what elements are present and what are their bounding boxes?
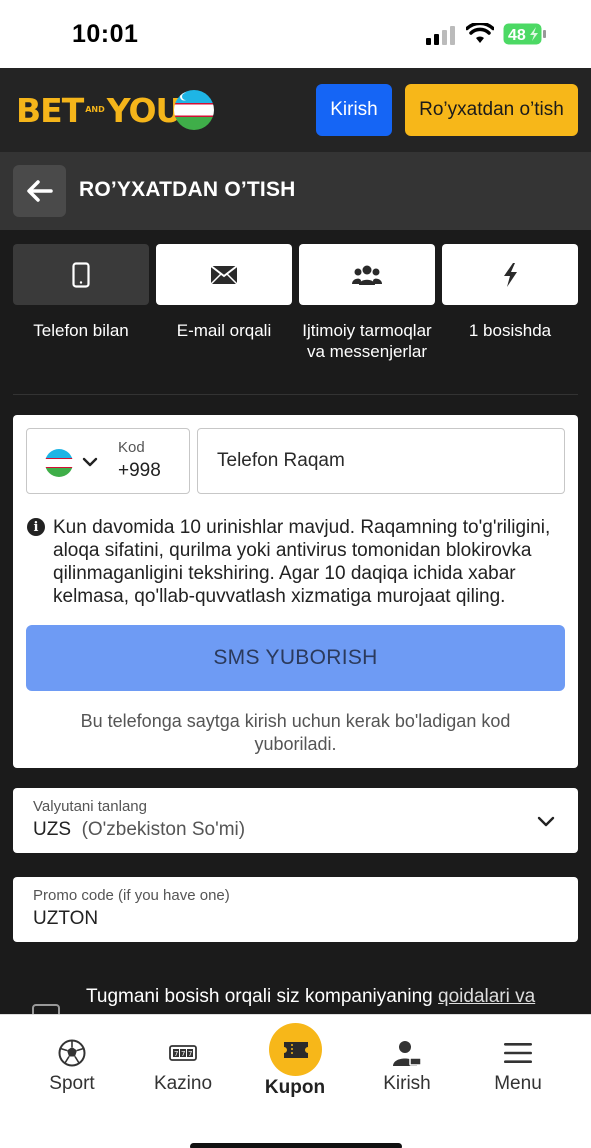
nav-kazino[interactable]: 7 7 7 Kazino [133, 1037, 233, 1095]
currency-value: UZS (O'zbekiston So'mi) [33, 819, 245, 841]
tab-social-label: Ijtimoiy tarmoqlar va messenjerlar [302, 321, 432, 361]
uzbekistan-flag-icon[interactable] [174, 90, 214, 130]
signal-icon [426, 25, 458, 45]
tab-one-click[interactable] [442, 244, 578, 305]
tab-email-label: E-mail orqali [176, 321, 272, 340]
sms-note: Bu telefonga saytga kirish uchun kerak b… [80, 711, 511, 754]
promo-code-value[interactable]: UZTON [33, 908, 98, 930]
page-title-bar: RO’YXATDAN O’TISH [0, 152, 591, 230]
wifi-icon [466, 23, 494, 43]
nav-kupon-button[interactable] [269, 1023, 322, 1076]
battery-level: 48 [508, 27, 526, 44]
sms-attempts-info: Kun davomida 10 urinishlar mavjud. Raqam… [53, 517, 551, 607]
bottom-nav: Sport 7 7 7 Kazino Kupon Kirish Menu [0, 1014, 591, 1148]
promo-code-label: Promo code (if you have one) [33, 887, 230, 904]
tab-one-click-label: 1 bosishda [468, 321, 552, 340]
phone-number-input[interactable] [197, 428, 565, 494]
svg-text:7: 7 [174, 1050, 178, 1058]
terms-text: Tugmani bosish orqali siz kompaniyaning … [86, 985, 566, 1009]
nav-kazino-label: Kazino [153, 1073, 213, 1094]
status-bar: 10:01 48 [0, 0, 591, 68]
arrow-left-icon [26, 180, 53, 202]
terms-text-before: Tugmani bosish orqali siz kompaniyaning [86, 986, 439, 1007]
country-code-select[interactable]: Kod +998 [26, 428, 190, 494]
chevron-down-icon [537, 816, 555, 827]
home-indicator [190, 1143, 402, 1148]
divider [13, 394, 578, 395]
envelope-icon [210, 264, 238, 285]
nav-sport-label: Sport [49, 1073, 95, 1094]
nav-menu-label: Menu [494, 1073, 542, 1094]
logo-and: AND [85, 105, 105, 114]
phone-icon [72, 261, 90, 288]
tab-email[interactable] [156, 244, 292, 305]
chevron-down-icon [82, 457, 98, 467]
back-button[interactable] [13, 165, 66, 217]
send-sms-button[interactable]: SMS YUBORISH [26, 625, 565, 691]
users-icon [352, 265, 382, 285]
battery-icon: 48 [503, 23, 546, 45]
tab-phone[interactable] [13, 244, 149, 305]
register-button[interactable]: Ro’yxatdan o’tish [405, 84, 578, 136]
nav-kupon-label[interactable]: Kupon [245, 1077, 345, 1099]
svg-text:7: 7 [181, 1050, 185, 1058]
hamburger-menu-icon [504, 1043, 532, 1063]
user-login-icon [393, 1041, 422, 1066]
page-title: RO’YXATDAN O’TISH [79, 178, 296, 201]
country-code-label: Kod [118, 439, 145, 456]
info-icon: i [27, 518, 45, 536]
bolt-icon [504, 262, 517, 287]
currency-code: UZS [33, 819, 71, 840]
promo-code-field[interactable]: Promo code (if you have one) UZTON [13, 877, 578, 942]
ticket-icon [283, 1041, 308, 1058]
tab-phone-label: Telefon bilan [33, 321, 129, 340]
terms-link[interactable]: qoidalari va [438, 986, 535, 1007]
currency-select[interactable]: Valyutani tanlang UZS (O'zbekiston So'mi… [13, 788, 578, 853]
nav-kirish[interactable]: Kirish [357, 1037, 457, 1095]
currency-name: (O'zbekiston So'mi) [81, 819, 246, 840]
status-time: 10:01 [72, 20, 139, 48]
nav-sport[interactable]: Sport [22, 1037, 122, 1095]
soccer-ball-icon [58, 1039, 86, 1067]
logo-you: YOU [106, 90, 183, 130]
svg-text:7: 7 [188, 1050, 192, 1058]
phone-registration-card: Kod +998 i Kun davomida 10 urinishlar ma… [13, 415, 578, 768]
betandyou-logo[interactable]: BET AND YOU [16, 90, 183, 130]
login-button[interactable]: Kirish [316, 84, 392, 136]
currency-label: Valyutani tanlang [33, 798, 147, 815]
nav-menu[interactable]: Menu [468, 1037, 568, 1095]
tab-social[interactable] [299, 244, 435, 305]
uzbekistan-flag-icon [45, 449, 73, 477]
country-code-value: +998 [118, 460, 161, 481]
nav-kirish-label: Kirish [383, 1073, 431, 1094]
logo-bet: BET [16, 90, 84, 130]
slot-machine-icon: 7 7 7 [169, 1045, 197, 1061]
